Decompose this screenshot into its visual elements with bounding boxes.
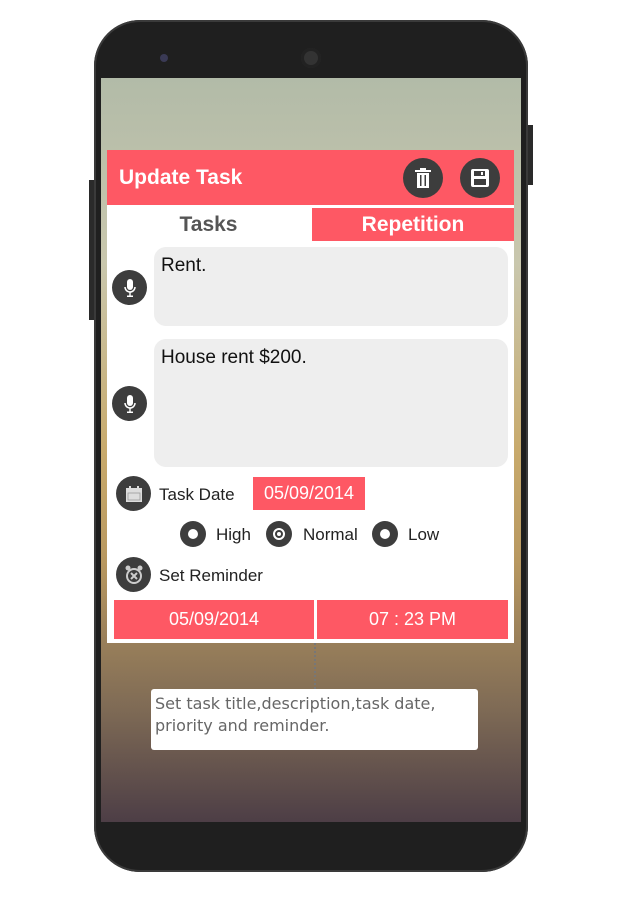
priority-normal-label: Normal xyxy=(303,525,358,544)
speaker xyxy=(301,48,321,68)
power-button xyxy=(528,125,533,185)
radio-checked-icon xyxy=(273,528,285,540)
reminder-time-button[interactable]: 07 : 23 PM xyxy=(317,600,508,639)
header: Update Task xyxy=(107,150,514,205)
save-button[interactable] xyxy=(460,158,500,198)
priority-low-label: Low xyxy=(408,525,440,544)
front-camera xyxy=(160,54,168,62)
voice-input-title-button[interactable] xyxy=(112,270,147,305)
calendar-button[interactable] xyxy=(116,476,151,511)
priority-high-radio[interactable] xyxy=(180,521,206,547)
radio-unchecked-icon xyxy=(380,529,390,539)
reminder-button[interactable] xyxy=(116,557,151,592)
set-reminder-label: Set Reminder xyxy=(159,566,263,585)
radio-unchecked-icon xyxy=(188,529,198,539)
volume-button xyxy=(89,180,94,320)
calendar-icon xyxy=(125,485,142,502)
page-title: Update Task xyxy=(119,166,243,189)
tooltip: Set task title,description,task date, pr… xyxy=(151,689,478,750)
priority-low-radio[interactable] xyxy=(372,521,398,547)
priority-high-label: High xyxy=(216,525,251,544)
task-date-label: Task Date xyxy=(159,485,235,504)
tab-repetition[interactable]: Repetition xyxy=(312,208,514,241)
trash-icon xyxy=(415,168,431,188)
alarm-clock-icon xyxy=(125,565,142,584)
task-date-picker[interactable]: 05/09/2014 xyxy=(253,477,365,510)
reminder-date-button[interactable]: 05/09/2014 xyxy=(114,600,314,639)
delete-button[interactable] xyxy=(403,158,443,198)
task-description-input[interactable]: House rent $200. xyxy=(154,339,508,467)
microphone-icon xyxy=(123,278,136,297)
microphone-icon xyxy=(123,394,136,413)
task-title-input[interactable]: Rent. xyxy=(154,247,508,326)
floppy-disk-icon xyxy=(471,169,489,187)
tooltip-connector xyxy=(314,643,316,689)
tab-tasks[interactable]: Tasks xyxy=(107,208,310,241)
update-task-dialog: Update Task Tasks Repetition Rent. House… xyxy=(107,150,514,643)
voice-input-description-button[interactable] xyxy=(112,386,147,421)
priority-normal-radio[interactable] xyxy=(266,521,292,547)
